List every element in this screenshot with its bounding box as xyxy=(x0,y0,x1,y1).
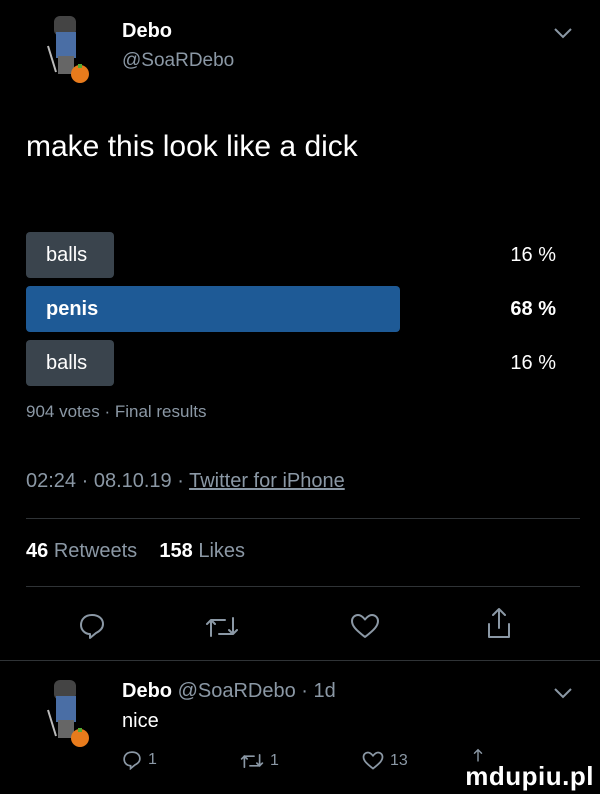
reply-reply-button[interactable]: 1 xyxy=(122,750,157,770)
retweet-count: 1 xyxy=(270,752,279,769)
author-handle[interactable]: @SoaRDebo xyxy=(122,50,234,72)
reply-header: Debo @SoaRDebo · 1d xyxy=(122,680,336,703)
reply-icon xyxy=(123,751,141,770)
poll-option-percent: 16 % xyxy=(510,352,556,374)
avatar[interactable] xyxy=(40,676,94,748)
avatar[interactable] xyxy=(40,12,94,84)
retweets-count[interactable]: 46 xyxy=(26,540,48,562)
tweet-text: make this look like a dick xyxy=(26,130,358,163)
chevron-down-icon[interactable] xyxy=(552,686,574,700)
engagement-stats: 46 Retweets 158 Likes xyxy=(26,540,245,563)
tweet-source-link[interactable]: Twitter for iPhone xyxy=(189,470,345,492)
reply-like-button[interactable]: 13 xyxy=(362,751,408,770)
divider xyxy=(26,586,580,587)
like-icon[interactable] xyxy=(350,613,380,644)
reply-meta: @SoaRDebo · 1d xyxy=(177,680,336,702)
divider xyxy=(26,518,580,519)
reply-count: 1 xyxy=(148,751,157,768)
chevron-down-icon[interactable] xyxy=(552,26,574,40)
poll-summary: 904 votes · Final results xyxy=(26,402,207,421)
likes-count[interactable]: 158 xyxy=(159,540,192,562)
likes-label[interactable]: Likes xyxy=(198,540,245,562)
retweet-icon xyxy=(240,753,264,769)
reply-icon[interactable] xyxy=(78,612,106,645)
poll-option-label: balls xyxy=(46,352,88,374)
poll-option-percent: 68 % xyxy=(510,298,556,320)
like-count: 13 xyxy=(390,751,408,769)
poll-option-label: balls xyxy=(46,244,88,266)
tweet-timestamp: 02:24 · 08.10.19 · Twitter for iPhone xyxy=(26,470,345,493)
poll-option-percent: 16 % xyxy=(510,244,556,266)
like-icon xyxy=(362,751,384,770)
poll-option-label: penis xyxy=(46,298,99,320)
retweets-label[interactable]: Retweets xyxy=(54,540,137,562)
reply-retweet-button[interactable]: 1 xyxy=(240,752,279,770)
divider xyxy=(0,660,600,661)
reply-author-name[interactable]: Debo xyxy=(122,680,172,702)
share-icon[interactable] xyxy=(486,606,512,645)
retweet-icon[interactable] xyxy=(205,614,239,645)
author-name[interactable]: Debo xyxy=(122,20,172,43)
tweet-time: 02:24 · 08.10.19 · xyxy=(26,470,190,492)
watermark: mdupiu.pl xyxy=(465,761,594,791)
reply-text: nice xyxy=(122,710,159,732)
